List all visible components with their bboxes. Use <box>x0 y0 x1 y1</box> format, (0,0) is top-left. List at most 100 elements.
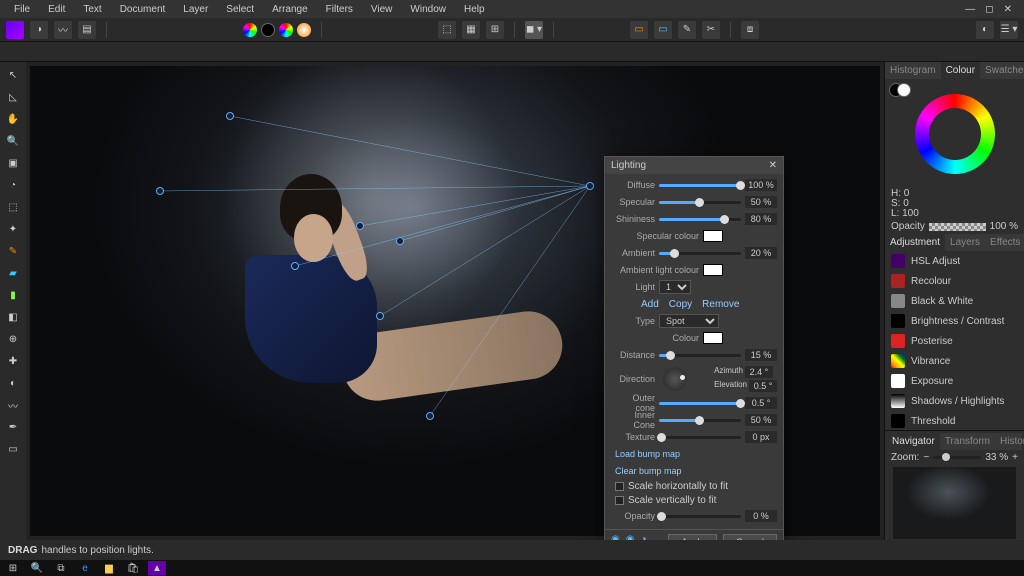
persona-photo-icon[interactable]: ◑ <box>30 21 48 39</box>
zoom-slider[interactable] <box>933 456 981 459</box>
menu-view[interactable]: View <box>363 2 401 17</box>
copy-light-link[interactable]: Copy <box>669 299 692 310</box>
texture-value[interactable]: 0 px <box>745 431 777 443</box>
menu-text[interactable]: Text <box>75 2 109 17</box>
diffuse-slider[interactable] <box>659 184 741 187</box>
menu-file[interactable]: File <box>6 2 38 17</box>
persona-develop-icon[interactable]: ▤ <box>78 21 96 39</box>
erase-tool-icon[interactable]: ◧ <box>4 308 22 326</box>
toggle-ui-icon[interactable]: ◐ <box>976 21 994 39</box>
scale-h-checkbox[interactable]: Scale horizontally to fit <box>611 481 777 492</box>
start-button-icon[interactable]: ⊞ <box>4 561 22 575</box>
menu-select[interactable]: Select <box>218 2 262 17</box>
specular-colour-swatch[interactable] <box>703 230 723 242</box>
ambient-slider[interactable] <box>659 252 741 255</box>
heal-tool-icon[interactable]: ✚ <box>4 352 22 370</box>
tab-transform[interactable]: Transform <box>940 433 995 450</box>
primary-colour-swatch[interactable] <box>897 83 911 97</box>
snap-icon[interactable]: ⧈ <box>741 21 759 39</box>
gradient-tool-icon[interactable]: ▮ <box>4 286 22 304</box>
crop-square-icon[interactable]: ◼ ▾ <box>525 21 543 39</box>
document-view[interactable]: ✕ Lighting✕ <box>26 62 884 540</box>
assistant-icon[interactable]: ✎ <box>678 21 696 39</box>
fill-tool-icon[interactable]: ▰ <box>4 264 22 282</box>
distance-slider[interactable] <box>659 354 741 357</box>
menu-edit[interactable]: Edit <box>40 2 73 17</box>
task-view-icon[interactable]: ⧉ <box>52 561 70 575</box>
diffuse-value[interactable]: 100 % <box>745 179 777 191</box>
specular-slider[interactable] <box>659 201 741 204</box>
light-handle[interactable] <box>156 187 164 195</box>
light-handle[interactable] <box>291 262 299 270</box>
tab-adjustment[interactable]: Adjustment <box>885 234 945 251</box>
clear-bump-link[interactable]: Clear bump map <box>611 464 777 478</box>
texture-slider[interactable] <box>659 436 741 439</box>
light-handle[interactable] <box>356 222 364 230</box>
zoom-tool-icon[interactable]: 🔍 <box>4 132 22 150</box>
type-select[interactable]: Spot <box>659 314 719 328</box>
shininess-value[interactable]: 80 % <box>745 213 777 225</box>
load-bump-link[interactable]: Load bump map <box>611 447 777 461</box>
adjustment-posterise[interactable]: Posterise <box>885 331 1024 351</box>
lighting-dialog[interactable]: Lighting✕ Diffuse100 % Specular50 % Shin… <box>604 156 784 540</box>
light-colour-swatch[interactable] <box>703 332 723 344</box>
ambient-colour-swatch[interactable] <box>703 264 723 276</box>
inner-cone-value[interactable]: 50 % <box>745 414 777 426</box>
tab-history[interactable]: History <box>995 433 1024 450</box>
colour-wheel2-icon[interactable] <box>279 23 293 37</box>
menu-layer[interactable]: Layer <box>175 2 216 17</box>
opacity-val[interactable]: 100 % <box>990 221 1018 232</box>
crop-tool-icon[interactable]: ▣ <box>4 154 22 172</box>
arrange-icon[interactable]: ▭ <box>630 21 648 39</box>
dodge-tool-icon[interactable]: ◐ <box>4 374 22 392</box>
outer-cone-value[interactable]: 0.5 ° <box>745 397 777 409</box>
selection-tool-icon[interactable]: ⬚ <box>438 21 456 39</box>
tab-effects[interactable]: Effects <box>985 234 1024 251</box>
menu-filters[interactable]: Filters <box>318 2 361 17</box>
colour-wheel[interactable] <box>885 79 1024 189</box>
marquee-tool-icon[interactable]: ⬚ <box>4 198 22 216</box>
adjustment-recolour[interactable]: Recolour <box>885 271 1024 291</box>
pen-tool-icon[interactable]: ✒ <box>4 418 22 436</box>
zoom-in-icon[interactable]: + <box>1012 452 1018 463</box>
affinity-taskbar-icon[interactable]: ▲ <box>148 561 166 575</box>
adjustment-black-white[interactable]: Black & White <box>885 291 1024 311</box>
hand-tool-icon[interactable]: ✋ <box>4 110 22 128</box>
warm-icon[interactable] <box>297 23 311 37</box>
move-tool-icon[interactable]: ↖ <box>4 66 22 84</box>
smudge-tool-icon[interactable]: 〰 <box>4 396 22 414</box>
clone-tool-icon[interactable]: ⊕ <box>4 330 22 348</box>
scale-v-checkbox[interactable]: Scale vertically to fit <box>611 495 777 506</box>
add-light-link[interactable]: Add <box>641 299 659 310</box>
arrange2-icon[interactable]: ▭ <box>654 21 672 39</box>
elevation-value[interactable]: 0.5 ° <box>749 380 777 392</box>
azimuth-value[interactable]: 2.4 ° <box>745 366 773 378</box>
distance-value[interactable]: 15 % <box>745 349 777 361</box>
adjustment-hsl-adjust[interactable]: HSL Adjust <box>885 251 1024 271</box>
adjustment-shadows-highlights[interactable]: Shadows / Highlights <box>885 391 1024 411</box>
zoom-out-icon[interactable]: − <box>923 452 929 463</box>
specular-value[interactable]: 50 % <box>745 196 777 208</box>
light-handle[interactable] <box>396 237 404 245</box>
tab-layers[interactable]: Layers <box>945 234 985 251</box>
opacity-slider[interactable] <box>659 515 741 518</box>
outer-cone-slider[interactable] <box>659 402 741 405</box>
light-handle[interactable] <box>376 312 384 320</box>
flood-select-icon[interactable]: ✦ <box>4 220 22 238</box>
store-icon[interactable]: 🛍 <box>124 561 142 575</box>
inner-cone-slider[interactable] <box>659 419 741 422</box>
explorer-icon[interactable]: ▆ <box>100 561 118 575</box>
adjustment-exposure[interactable]: Exposure <box>885 371 1024 391</box>
dialog-close-icon[interactable]: ✕ <box>769 160 777 171</box>
opacity-value[interactable]: 0 % <box>745 510 777 522</box>
paint-brush-icon[interactable]: ✎ <box>4 242 22 260</box>
remove-light-link[interactable]: Remove <box>702 299 739 310</box>
shape-tool-icon[interactable]: ▭ <box>4 440 22 458</box>
selection-brush-icon[interactable]: ◔ <box>4 176 22 194</box>
adjustment-vibrance[interactable]: Vibrance <box>885 351 1024 371</box>
light-select[interactable]: 1 <box>659 280 691 294</box>
guides-icon[interactable]: ⊞ <box>486 21 504 39</box>
navigator-preview[interactable] <box>893 467 1016 539</box>
search-icon[interactable]: 🔍 <box>28 561 46 575</box>
colour-wheel-icon[interactable] <box>243 23 257 37</box>
